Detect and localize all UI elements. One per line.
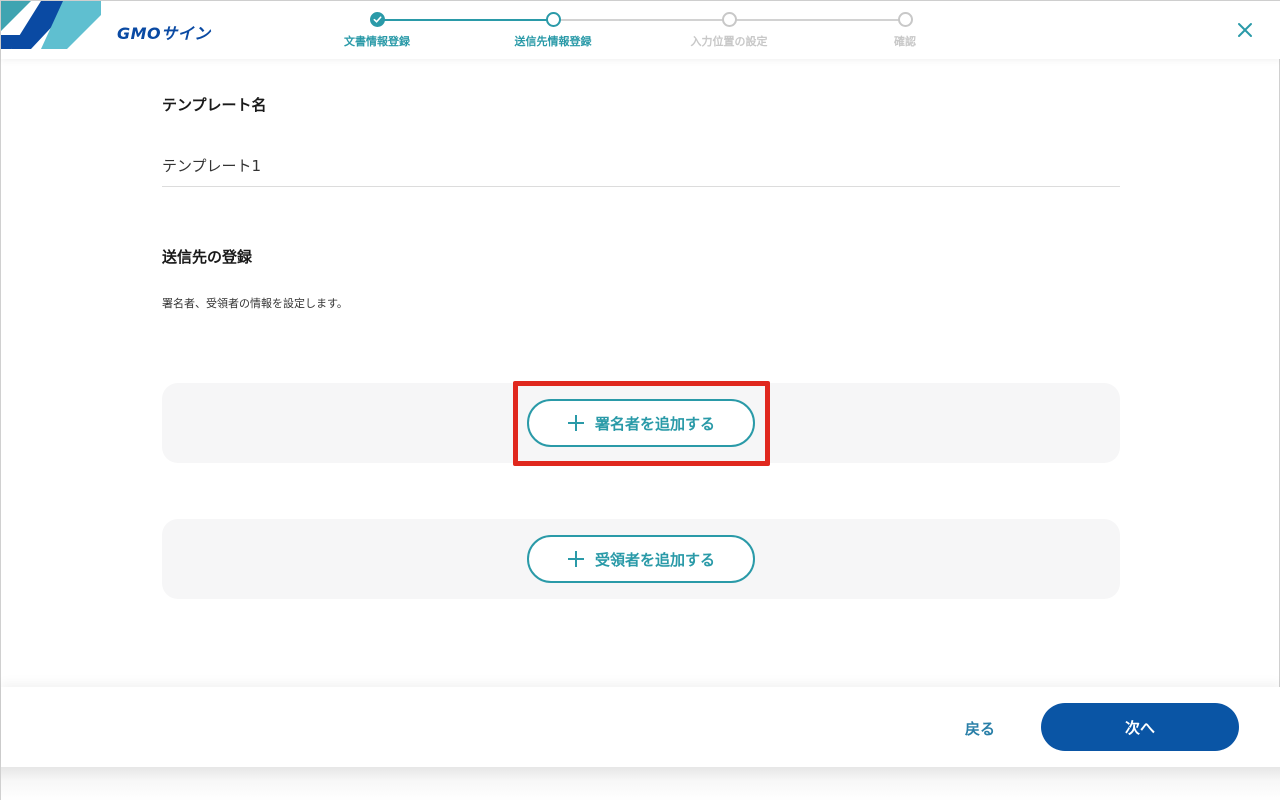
add-signer-label: 署名者を追加する — [594, 414, 715, 433]
signer-panel: 署名者を追加する — [162, 383, 1120, 463]
step-label: 送信先情報登録 — [514, 35, 592, 48]
app-window: GMOサイン 文書情報登録 送信先情報登録 入力位置の設定 確認 テンプレート名… — [0, 0, 1280, 800]
step-confirm: 確認 — [845, 12, 965, 49]
back-button[interactable]: 戻る — [965, 718, 995, 739]
step-document-info: 文書情報登録 — [317, 12, 437, 49]
footer-bar: 戻る 次へ — [1, 687, 1280, 767]
step-pending-dot — [721, 12, 737, 27]
close-icon[interactable] — [1233, 18, 1257, 42]
plus-icon — [567, 414, 585, 432]
header: GMOサイン 文書情報登録 送信先情報登録 入力位置の設定 確認 — [1, 1, 1280, 59]
step-pending-dot — [897, 12, 913, 27]
check-icon — [369, 12, 385, 27]
footer-shadow — [1, 767, 1280, 800]
template-name-input[interactable] — [162, 141, 1120, 187]
step-label: 入力位置の設定 — [690, 35, 768, 48]
add-signer-button[interactable]: 署名者を追加する — [527, 399, 755, 447]
add-recipient-label: 受領者を追加する — [594, 550, 715, 569]
logo-mark-icon — [1, 1, 101, 59]
destination-title: 送信先の登録 — [162, 248, 253, 266]
add-recipient-button[interactable]: 受領者を追加する — [527, 535, 755, 583]
plus-icon — [567, 550, 585, 568]
recipient-panel: 受領者を追加する — [162, 519, 1120, 599]
step-destination-info: 送信先情報登録 — [493, 12, 613, 49]
progress-stepper: 文書情報登録 送信先情報登録 入力位置の設定 確認 — [341, 9, 941, 53]
next-button[interactable]: 次へ — [1041, 703, 1239, 751]
destination-description: 署名者、受領者の情報を設定します。 — [162, 297, 348, 310]
step-label: 文書情報登録 — [344, 35, 410, 48]
step-label: 確認 — [894, 35, 916, 48]
brand-logo-text: GMOサイン — [117, 24, 211, 43]
step-current-dot — [545, 12, 561, 27]
template-name-title: テンプレート名 — [162, 96, 267, 114]
step-input-position: 入力位置の設定 — [669, 12, 789, 49]
